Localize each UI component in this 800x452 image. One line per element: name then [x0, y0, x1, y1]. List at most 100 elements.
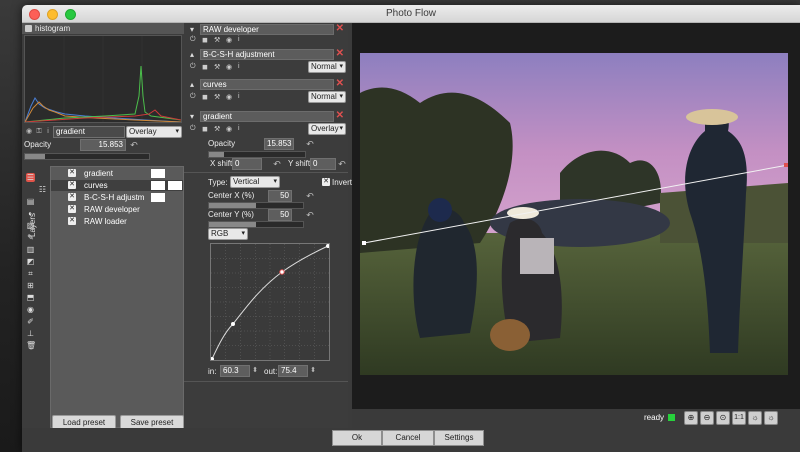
module-curves[interactable]: ▴ curves ✕	[186, 79, 346, 90]
gradient-type-select[interactable]: Vertical ▾	[230, 176, 280, 188]
close-module-icon[interactable]: ✕	[336, 79, 344, 89]
ok-button[interactable]: Ok	[332, 430, 382, 446]
gradient-blend-select[interactable]: Overlay ▾	[308, 123, 346, 135]
zoom-fit-button[interactable]: ⊙	[716, 411, 730, 425]
layer-enable-checkbox[interactable]: ✕	[68, 217, 76, 225]
stamp-icon[interactable]: ⊥	[26, 329, 35, 338]
power-icon[interactable]: ⏻	[190, 93, 196, 101]
collapse-arrow-icon[interactable]: ▴	[190, 80, 194, 89]
info-small-icon[interactable]: i	[238, 125, 240, 132]
close-module-icon[interactable]: ✕	[336, 49, 344, 59]
centerx-slider[interactable]	[208, 202, 304, 209]
brightness-button[interactable]: ☼	[748, 411, 762, 425]
layer-row-bcsh[interactable]: ✕ B-C-S-H adjustm	[51, 192, 183, 203]
crop-icon[interactable]: ⌗	[26, 269, 35, 278]
photo-preview[interactable]	[360, 53, 788, 375]
layer-row-gradient[interactable]: ✕ gradient	[51, 168, 183, 179]
curve-out-field[interactable]: 75.4	[278, 365, 308, 377]
xshift-field[interactable]: 0	[232, 158, 262, 170]
zoom-out-button[interactable]: ⊖	[700, 411, 714, 425]
visibility-small-icon[interactable]: ◉	[226, 125, 232, 133]
mask-toggle-icon[interactable]: ◼	[202, 93, 208, 101]
reset-arrow-icon[interactable]: ↶	[273, 160, 281, 169]
transform-icon[interactable]: ⊞	[26, 281, 35, 290]
power-icon[interactable]: ⏻	[190, 36, 196, 44]
centery-slider[interactable]	[208, 221, 304, 228]
visibility-small-icon[interactable]: ◉	[226, 63, 232, 71]
gradient-opacity-slider[interactable]	[208, 151, 306, 158]
layer-name-field[interactable]: gradient	[53, 126, 125, 138]
brush-icon[interactable]: ✎	[26, 233, 35, 242]
histogram-collapse-icon[interactable]	[25, 25, 32, 32]
channel-select[interactable]: RGB ▾	[208, 228, 248, 240]
invert-checkbox[interactable]: ✕	[322, 178, 330, 186]
pen-icon[interactable]: ✐	[26, 317, 35, 326]
close-module-icon[interactable]: ✕	[336, 111, 344, 121]
centerx-field[interactable]: 50	[268, 190, 292, 202]
curve-graph[interactable]	[210, 244, 330, 361]
image-viewport[interactable]	[352, 23, 800, 409]
bcsh-blend-select[interactable]: Normal ▾	[308, 61, 346, 73]
power-icon[interactable]: ⏻	[190, 125, 196, 133]
clone-icon[interactable]: ⬒	[26, 293, 35, 302]
collapse-arrow-icon[interactable]: ▾	[190, 25, 194, 34]
brightness-up-button[interactable]: ☼	[764, 411, 778, 425]
reset-arrow-icon[interactable]: ↶	[306, 211, 314, 220]
zoom-in-button[interactable]: ⊕	[684, 411, 698, 425]
collapse-arrow-icon[interactable]: ▾	[190, 112, 194, 121]
power-icon[interactable]: ⏻	[190, 63, 196, 71]
visibility-small-icon[interactable]: ◉	[226, 93, 232, 101]
trash-icon[interactable]: 🗑	[26, 341, 36, 350]
info-small-icon[interactable]: i	[238, 63, 240, 70]
info-icon[interactable]: i	[44, 128, 52, 136]
info-small-icon[interactable]: i	[238, 93, 240, 100]
brush-small-icon[interactable]: ⚒	[214, 36, 220, 44]
mask-toggle-icon[interactable]: ◼	[202, 125, 208, 133]
layer-row-raw-loader[interactable]: ✕ RAW loader	[51, 216, 183, 227]
opacity-field[interactable]: 15.853	[80, 139, 126, 151]
module-raw-developer[interactable]: ▾ RAW developer ✕	[186, 24, 346, 35]
contrast-icon[interactable]: ◐	[26, 209, 35, 218]
curve-editor[interactable]	[210, 243, 330, 361]
layer-row-raw-developer[interactable]: ✕ RAW developer	[51, 204, 183, 215]
layer-enable-checkbox[interactable]: ✕	[68, 205, 76, 213]
layers-panel-icon[interactable]: ☰	[26, 173, 35, 182]
mask-toggle-icon[interactable]: ◼	[202, 63, 208, 71]
layer-enable-checkbox[interactable]: ✕	[68, 181, 76, 189]
info-small-icon[interactable]: i	[238, 36, 240, 43]
blend-mode-select[interactable]: Overlay ▾	[126, 126, 182, 138]
gradient-opacity-field[interactable]: 15.853	[264, 138, 294, 150]
reset-arrow-icon[interactable]: ↶	[306, 192, 314, 201]
curves-blend-select[interactable]: Normal ▾	[308, 91, 346, 103]
photo-image[interactable]	[360, 53, 788, 375]
curves-tool-icon[interactable]: ▨	[26, 221, 35, 230]
curve-in-field[interactable]: 60.3	[220, 365, 250, 377]
visibility-icon[interactable]: ◉	[25, 128, 33, 136]
opacity-slider[interactable]	[24, 153, 150, 160]
lock-icon[interactable]: ⚿	[35, 128, 43, 136]
zoom-100-button[interactable]: 1:1	[732, 411, 746, 425]
stepper-icon[interactable]: ⬍	[309, 367, 317, 375]
settings-button[interactable]: Settings	[434, 430, 484, 446]
reset-arrow-icon[interactable]: ↶	[338, 160, 346, 169]
reset-arrow-icon[interactable]: ↶	[130, 141, 138, 150]
mask-icon[interactable]: ◩	[26, 257, 35, 266]
brush-small-icon[interactable]: ⚒	[214, 93, 220, 101]
document-icon[interactable]: ▤	[26, 197, 35, 206]
histogram-header[interactable]: histogram	[22, 23, 184, 34]
centery-field[interactable]: 50	[268, 209, 292, 221]
cancel-button[interactable]: Cancel	[382, 430, 434, 446]
list-icon[interactable]: ☷	[38, 185, 47, 194]
mask-toggle-icon[interactable]: ◼	[202, 36, 208, 44]
layer-row-curves[interactable]: ✕ curves	[51, 180, 183, 191]
yshift-field[interactable]: 0	[310, 158, 336, 170]
layer-enable-checkbox[interactable]: ✕	[68, 193, 76, 201]
brush-small-icon[interactable]: ⚒	[214, 63, 220, 71]
brush-small-icon[interactable]: ⚒	[214, 125, 220, 133]
reset-arrow-icon[interactable]: ↶	[306, 140, 314, 149]
module-bcsh[interactable]: ▴ B-C-S-H adjustment ✕	[186, 49, 346, 60]
collapse-arrow-icon[interactable]: ▴	[190, 50, 194, 59]
eye-icon[interactable]: ◉	[26, 305, 35, 314]
close-module-icon[interactable]: ✕	[336, 24, 344, 34]
layer-enable-checkbox[interactable]: ✕	[68, 169, 76, 177]
